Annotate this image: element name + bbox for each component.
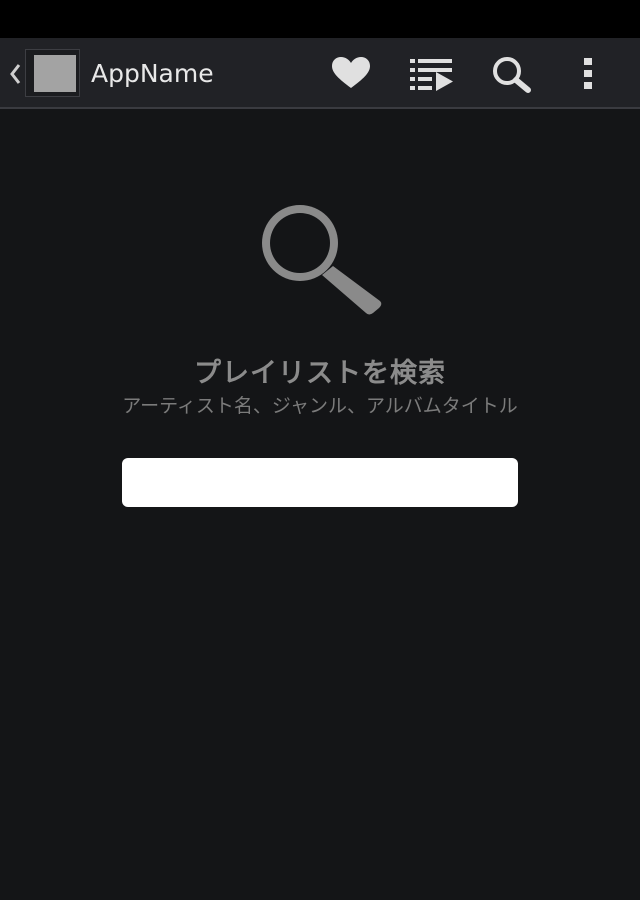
heart-icon [332,57,370,88]
up-navigation-button[interactable] [4,47,82,99]
queue-button[interactable] [403,51,459,97]
app-screen: AppName プレイリストを検索 アーティスト名、ジャンル、アルバムタイトル [0,0,640,900]
overflow-menu-icon [584,58,592,89]
favorites-button[interactable] [323,51,379,97]
search-prompt-title: プレイリストを検索 [194,358,446,389]
app-icon [25,49,80,97]
back-chevron-icon [10,64,21,84]
search-content: プレイリストを検索 アーティスト名、ジャンル、アルバムタイトル [0,111,640,900]
search-button[interactable] [483,51,539,97]
playlist-play-icon [410,59,453,91]
search-icon [262,205,382,315]
app-title: AppName [91,59,214,88]
status-bar [0,0,640,38]
search-icon [493,57,531,93]
action-bar: AppName [0,38,640,109]
overflow-menu-button[interactable] [561,51,617,97]
playlist-search-input[interactable] [122,458,518,507]
search-prompt-hint: アーティスト名、ジャンル、アルバムタイトル [122,395,518,417]
app-icon-image [34,55,76,92]
